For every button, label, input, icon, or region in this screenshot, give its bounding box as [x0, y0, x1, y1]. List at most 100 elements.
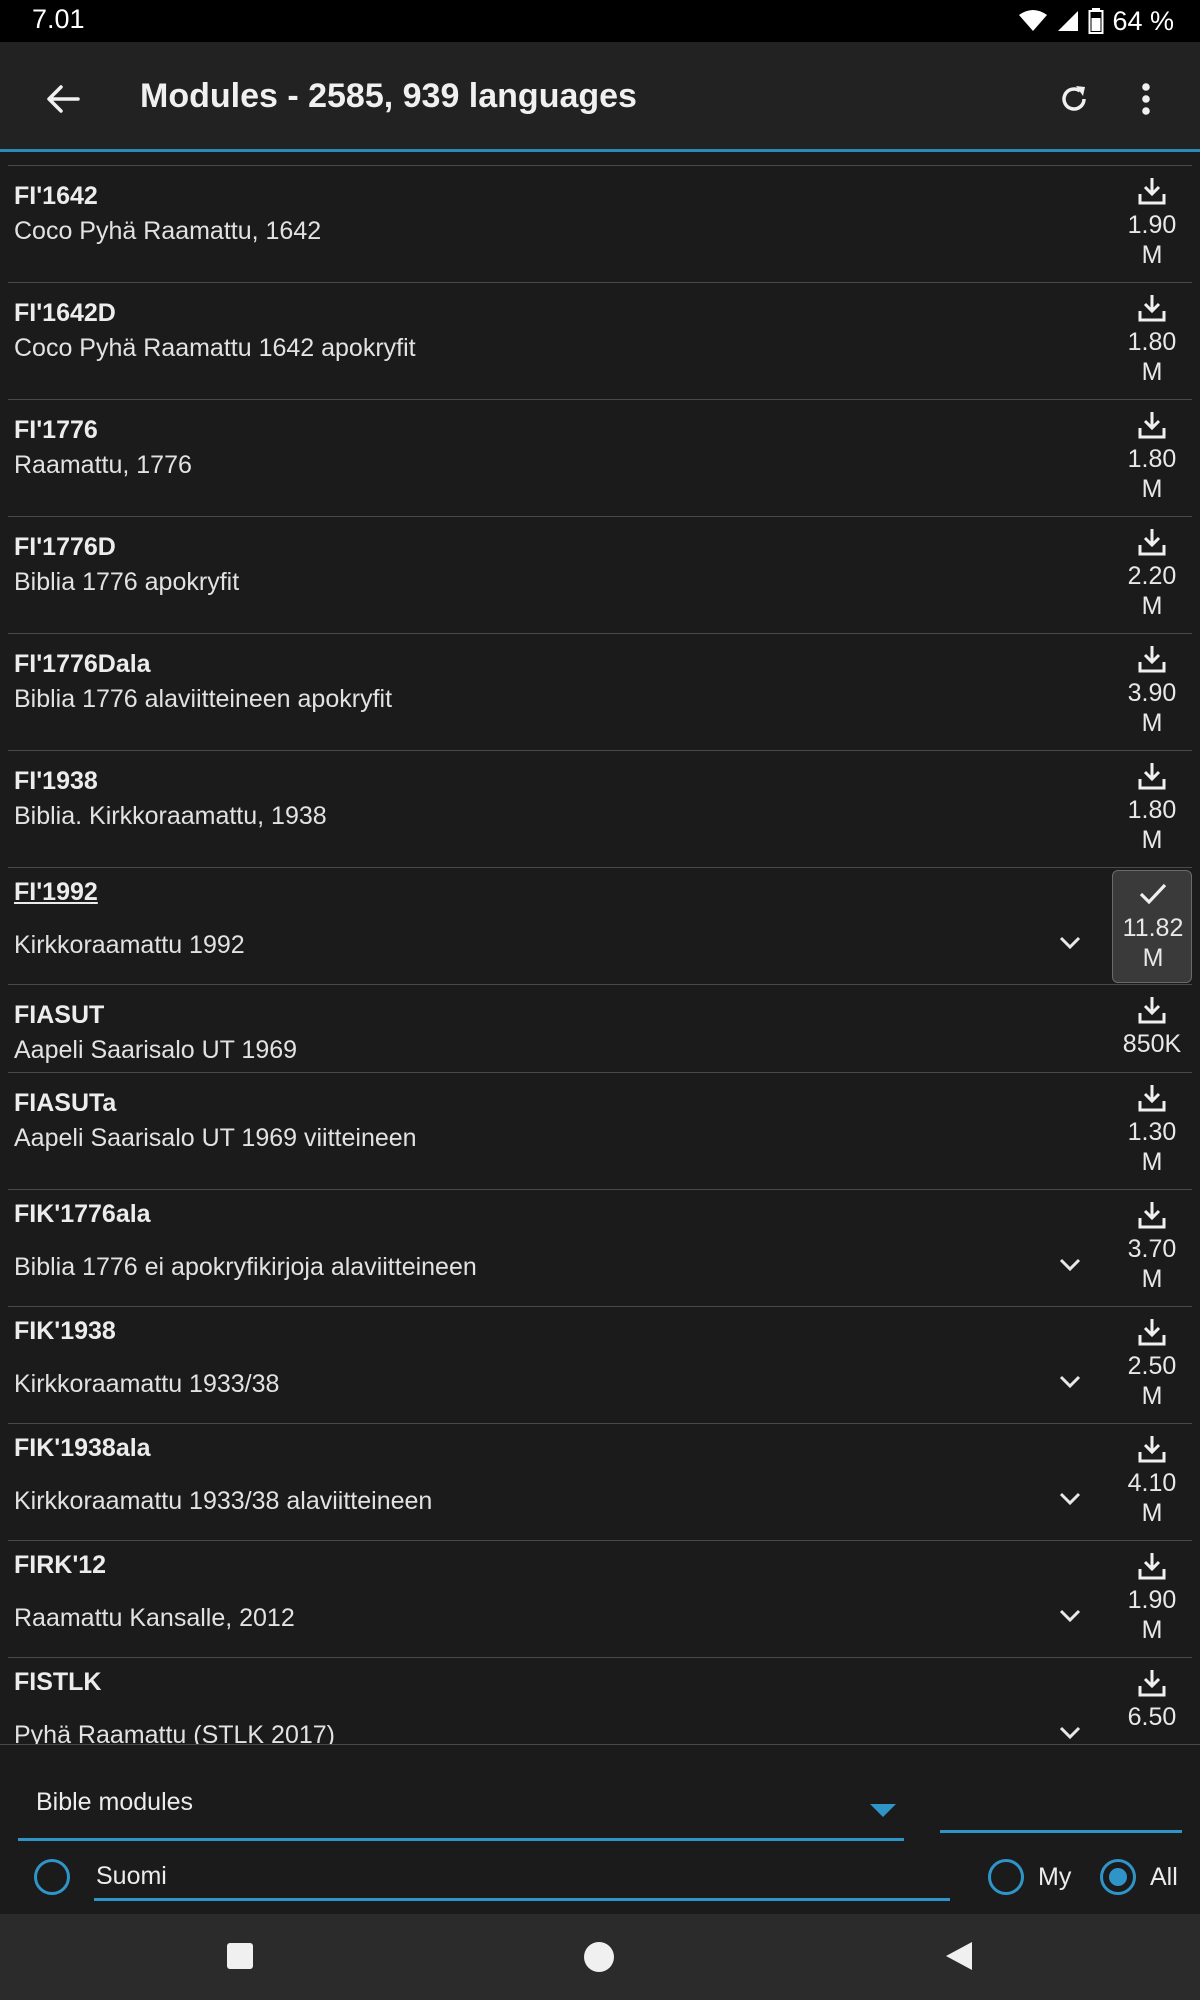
module-size-unit: M: [1142, 944, 1164, 972]
download-icon: [1138, 1202, 1166, 1229]
download-icon: [1138, 1319, 1166, 1346]
download-button[interactable]: 1.90 M: [1112, 168, 1190, 279]
list-item[interactable]: FI'1776 Raamattu, 1776 1.80 M: [8, 399, 1192, 517]
download-button[interactable]: 2.50 M: [1112, 1309, 1190, 1420]
home-button[interactable]: [582, 1940, 616, 1974]
expand-button[interactable]: [1052, 1718, 1088, 1745]
list-item[interactable]: FIK'1776ala Biblia 1776 ei apokryfikirjoj…: [8, 1189, 1192, 1307]
module-description: Aapeli Saarisalo UT 1969: [14, 1036, 298, 1064]
signal-icon: [1056, 9, 1080, 33]
square-icon: [227, 1943, 253, 1969]
download-button[interactable]: 2.20 M: [1112, 519, 1190, 630]
download-button[interactable]: 3.70 M: [1112, 1192, 1190, 1303]
chevron-down-icon: [1059, 936, 1081, 950]
expand-button[interactable]: [1052, 1484, 1088, 1514]
module-name: FIASUT: [14, 1001, 105, 1029]
refresh-button[interactable]: [1054, 78, 1094, 120]
download-button[interactable]: 1.80 M: [1112, 753, 1190, 864]
module-name: FI'1642: [14, 182, 98, 210]
download-icon: [1138, 529, 1166, 556]
my-label[interactable]: My: [1038, 1863, 1071, 1892]
list-item[interactable]: FI'1642 Coco Pyhä Raamattu, 1642 1.90 M: [8, 165, 1192, 283]
status-time: 7.01: [32, 4, 85, 34]
module-type-dropdown[interactable]: Bible modules: [18, 1774, 904, 1841]
module-name: FI'1642D: [14, 299, 116, 327]
download-button[interactable]: 1.30 M: [1112, 1075, 1190, 1186]
module-size: 3.90: [1127, 679, 1177, 707]
download-icon: [1138, 412, 1166, 439]
module-size-unit: M: [1141, 475, 1163, 503]
download-button[interactable]: 4.10 M: [1112, 1426, 1190, 1537]
module-name: FIRK'12: [14, 1551, 107, 1579]
expand-button[interactable]: [1052, 928, 1088, 958]
list-item[interactable]: FIRK'12 Raamattu Kansalle, 2012 1.90 M: [8, 1540, 1192, 1658]
list-item[interactable]: FIK'1938ala Kirkkoraamattu 1933/38 alavii…: [8, 1423, 1192, 1541]
list-item[interactable]: FIASUT Aapeli Saarisalo UT 1969 850K: [8, 984, 1192, 1073]
my-radio[interactable]: [988, 1859, 1024, 1895]
download-button[interactable]: 1.80 M: [1112, 402, 1190, 513]
expand-button[interactable]: [1052, 1367, 1088, 1397]
module-name: FISTLK: [14, 1668, 102, 1696]
module-name: FIK'1938ala: [14, 1434, 151, 1462]
language-field[interactable]: Suomi: [94, 1856, 950, 1901]
list-item[interactable]: FI'1938 Biblia. Kirkkoraamattu, 1938 1.80 M: [8, 750, 1192, 868]
module-description: Aapeli Saarisalo UT 1969 viitteineen: [14, 1124, 417, 1152]
status-icons: 64 %: [1018, 5, 1174, 37]
module-size: 1.90: [1127, 211, 1177, 239]
module-size: 11.82: [1122, 914, 1184, 942]
refresh-icon: [1062, 86, 1086, 111]
list-item[interactable]: FI'1776D Biblia 1776 apokryfit 2.20 M: [8, 516, 1192, 634]
module-size-unit: M: [1141, 1148, 1163, 1176]
expand-button[interactable]: [1052, 1250, 1088, 1280]
back-button[interactable]: [38, 78, 88, 120]
module-description: Kirkkoraamattu 1933/38: [14, 1370, 280, 1398]
list-item[interactable]: FIK'1938 Kirkkoraamattu 1933/38 2.50 M: [8, 1306, 1192, 1424]
download-button[interactable]: 850K: [1112, 987, 1190, 1069]
language-radio[interactable]: [34, 1859, 70, 1895]
download-icon: [1138, 295, 1166, 322]
search-input[interactable]: [940, 1774, 1182, 1834]
download-icon: [1138, 1085, 1166, 1112]
download-icon: [1138, 646, 1166, 673]
module-name: FIK'1938: [14, 1317, 116, 1345]
list-item[interactable]: FI'1992 Kirkkoraamattu 1992 11.82 M: [8, 867, 1192, 985]
navigation-bar: [0, 1914, 1200, 2000]
module-size: 1.30: [1127, 1118, 1177, 1146]
module-name: FIK'1776ala: [14, 1200, 151, 1228]
back-nav-button[interactable]: [940, 1938, 976, 1974]
module-name: FI'1776Dala: [14, 650, 151, 678]
battery-percent: 64 %: [1112, 5, 1174, 36]
module-description: Coco Pyhä Raamattu 1642 apokryfit: [14, 334, 416, 362]
more-vert-icon: [1142, 83, 1150, 115]
recents-button[interactable]: [224, 1940, 256, 1972]
module-size: 850K: [1122, 1030, 1182, 1058]
installed-button[interactable]: 11.82 M: [1112, 870, 1192, 983]
module-size: 1.80: [1127, 445, 1177, 473]
list-item[interactable]: FI'1642D Coco Pyhä Raamattu 1642 apokryfi…: [8, 282, 1192, 400]
module-description: Raamattu, 1776: [14, 451, 192, 479]
download-icon: [1138, 178, 1166, 205]
module-description: Kirkkoraamattu 1933/38 alaviitteineen: [14, 1487, 433, 1515]
circle-icon: [584, 1942, 614, 1972]
download-button[interactable]: 1.90 M: [1112, 1543, 1190, 1654]
module-name: FIASUTa: [14, 1089, 117, 1117]
all-label[interactable]: All: [1150, 1863, 1178, 1892]
module-description: Biblia 1776 apokryfit: [14, 568, 240, 596]
module-name: FI'1938: [14, 767, 98, 795]
status-bar: 7.01 64 %: [0, 0, 1200, 42]
module-list[interactable]: FI'1642 Coco Pyhä Raamattu, 1642 1.90 M FI'1…: [0, 165, 1200, 1745]
module-size-unit: M: [1141, 592, 1163, 620]
module-description: Kirkkoraamattu 1992: [14, 931, 245, 959]
more-options-button[interactable]: [1128, 78, 1164, 120]
all-radio[interactable]: [1100, 1859, 1136, 1895]
list-item[interactable]: FIASUTa Aapeli Saarisalo UT 1969 viittein…: [8, 1072, 1192, 1190]
module-description: Coco Pyhä Raamattu, 1642: [14, 217, 322, 245]
expand-button[interactable]: [1052, 1601, 1088, 1631]
download-button[interactable]: 3.90 M: [1112, 636, 1190, 747]
list-item[interactable]: FI'1776Dala Biblia 1776 alaviitteineen ap…: [8, 633, 1192, 751]
list-item[interactable]: FISTLK Pyhä Raamattu (STLK 2017) 6.50: [8, 1657, 1192, 1745]
download-button[interactable]: 6.50: [1112, 1660, 1190, 1745]
module-name: FI'1776: [14, 416, 98, 444]
module-description: Biblia. Kirkkoraamattu, 1938: [14, 802, 327, 830]
download-button[interactable]: 1.80 M: [1112, 285, 1190, 396]
